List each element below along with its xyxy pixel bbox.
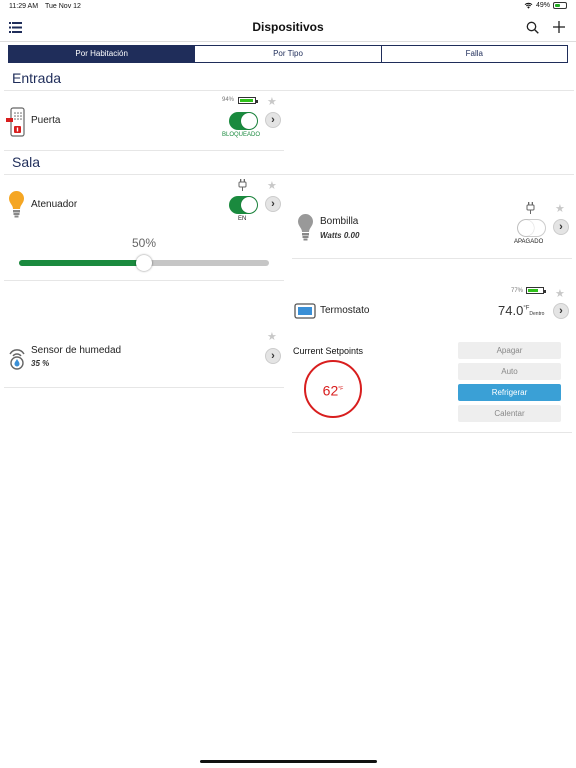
device-card-atenuador[interactable]: Atenuador ★ › EN 50% (0, 176, 285, 280)
setpoint-dial[interactable]: 62°F (304, 360, 362, 418)
add-icon[interactable] (552, 20, 566, 34)
battery-percent: 77% (511, 288, 524, 294)
mode-auto-button[interactable]: Auto (458, 363, 561, 380)
section-divider (4, 90, 574, 91)
device-name: Termostato (320, 305, 370, 316)
battery-percent: 94% (222, 97, 235, 103)
chevron-right-icon[interactable]: › (265, 112, 281, 128)
temperature-location: Dentro (529, 311, 545, 317)
room-filter-tabs: Por Habitación Por Tipo Falla (8, 45, 568, 63)
device-card-bombilla[interactable]: Bombilla Watts 0.00 ★ › APAGADO (290, 198, 574, 258)
status-time: 11:29 AM (9, 3, 39, 10)
row-divider (292, 258, 572, 259)
device-name: Sensor de humedad (31, 345, 122, 356)
mode-refrigerar-button[interactable]: Refrigerar (458, 384, 561, 401)
battery-icon (238, 97, 258, 104)
section-divider (4, 174, 574, 175)
home-indicator (200, 760, 377, 763)
mode-calentar-button[interactable]: Calentar (458, 405, 561, 422)
setpoint-value: 62 (322, 382, 339, 399)
bulb-toggle[interactable] (517, 219, 546, 237)
lightbulb-off-icon (298, 214, 313, 241)
search-icon[interactable] (526, 21, 539, 34)
temperature-value: 74.0 (498, 303, 524, 318)
chevron-right-icon[interactable]: › (553, 303, 569, 319)
status-date: Tue Nov 12 (45, 3, 81, 10)
dimmer-slider[interactable] (19, 255, 269, 271)
status-battery-text: 49% (535, 2, 550, 9)
lock-status: BLOQUEADO (222, 132, 261, 138)
tab-por-tipo[interactable]: Por Tipo (195, 46, 382, 62)
nav-bar: Dispositivos (0, 14, 576, 42)
status-bar: 11:29 AM Tue Nov 12 49% (0, 0, 576, 14)
row-divider (4, 387, 284, 388)
lightbulb-on-icon (9, 191, 24, 218)
favorite-star-icon[interactable]: ★ (555, 202, 565, 215)
setpoint-unit: °F (338, 386, 344, 392)
dimmer-slider-thumb[interactable] (136, 255, 152, 271)
device-card-puerta[interactable]: Puerta 94% ★ › BLOQUEADO (0, 92, 285, 150)
device-card-sensor-humedad[interactable]: Sensor de humedad 35 % ★ › (0, 325, 285, 387)
humidity-value: 35 % (31, 359, 50, 368)
device-name: Bombilla (320, 216, 359, 227)
bulb-status: APAGADO (514, 239, 544, 245)
device-name: Puerta (31, 115, 61, 126)
plug-icon (526, 202, 535, 214)
plug-icon (238, 179, 247, 191)
door-lock-icon (6, 107, 25, 137)
humidity-sensor-icon (9, 349, 25, 370)
row-divider (4, 280, 284, 281)
dimmer-toggle[interactable] (229, 196, 258, 214)
dimmer-status: EN (238, 216, 247, 222)
mode-apagar-button[interactable]: Apagar (458, 342, 561, 359)
dimmer-slider-fill (19, 260, 144, 266)
tab-por-habitacion[interactable]: Por Habitación (9, 46, 196, 62)
dimmer-level-label: 50% (131, 236, 157, 250)
chevron-right-icon[interactable]: › (553, 219, 569, 235)
battery-icon (553, 2, 567, 9)
page-title: Dispositivos (252, 20, 324, 34)
tab-falla[interactable]: Falla (382, 46, 567, 62)
lock-toggle[interactable] (229, 112, 258, 130)
current-temperature: 74.0°FDentro (498, 303, 544, 318)
favorite-star-icon[interactable]: ★ (267, 330, 277, 343)
row-divider (4, 150, 284, 151)
chevron-right-icon[interactable]: › (265, 348, 281, 364)
bulb-watts: Watts 0.00 (320, 231, 360, 240)
battery-icon (526, 287, 546, 294)
favorite-star-icon[interactable]: ★ (267, 179, 277, 192)
wifi-icon (524, 2, 533, 9)
chevron-right-icon[interactable]: › (265, 196, 281, 212)
setpoints-label: Current Setpoints (293, 346, 364, 356)
section-title-entrada: Entrada (12, 70, 62, 86)
favorite-star-icon[interactable]: ★ (555, 287, 565, 300)
device-name: Atenuador (31, 199, 78, 210)
status-indicators: 49% (524, 2, 567, 9)
section-title-sala: Sala (12, 154, 41, 170)
thermostat-icon (294, 303, 316, 319)
favorite-star-icon[interactable]: ★ (267, 95, 277, 108)
row-divider (292, 432, 572, 433)
